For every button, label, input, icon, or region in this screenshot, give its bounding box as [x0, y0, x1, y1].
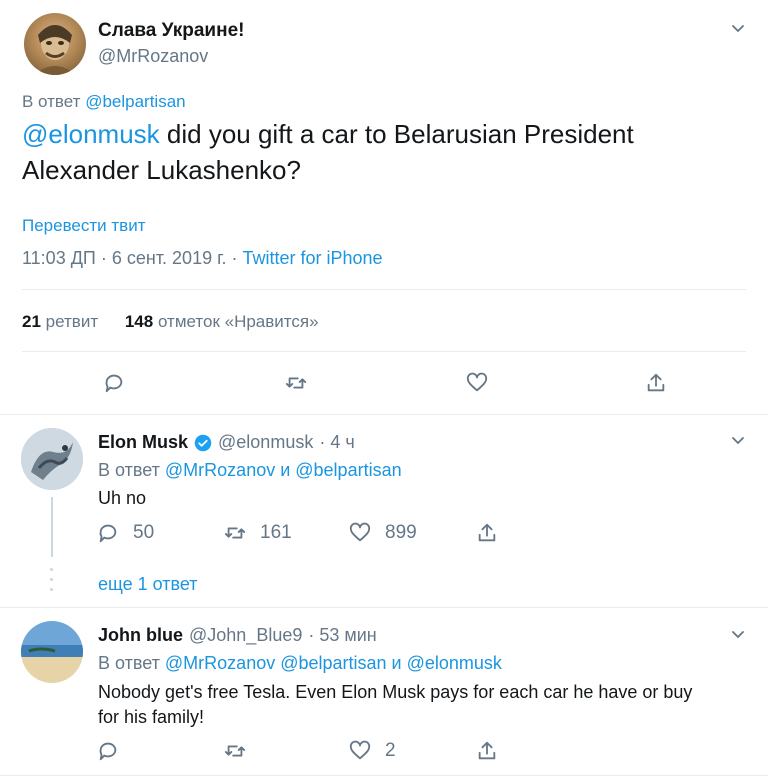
more-replies-link[interactable]: еще 1 ответ	[98, 574, 198, 595]
retweet-icon	[285, 377, 307, 389]
retweet-icon	[224, 527, 246, 539]
like-count: 899	[385, 522, 417, 543]
tweet-stats: 21 ретвит 148 отметок «Нравится»	[22, 312, 319, 332]
avatar[interactable]	[21, 428, 83, 490]
like-icon	[466, 372, 488, 392]
share-icon	[647, 373, 665, 392]
display-name[interactable]: Elon Musk	[98, 432, 188, 453]
reply-time[interactable]: · 4 ч	[319, 432, 354, 453]
share-button[interactable]	[645, 372, 667, 394]
avatar[interactable]	[21, 621, 83, 683]
reply-icon	[99, 742, 117, 761]
share-icon	[478, 741, 496, 760]
tweet-text: @elonmusk did you gift a car to Belarusi…	[22, 116, 752, 188]
reply-prefix: В ответ	[22, 92, 81, 111]
like-button[interactable]: 899	[349, 522, 417, 544]
thread-dot	[50, 578, 53, 581]
tweet-source-link[interactable]: Twitter for iPhone	[242, 248, 382, 268]
reply-header: Elon Musk @elonmusk · 4 ч	[98, 432, 355, 453]
like-stat[interactable]: 148 отметок «Нравится»	[125, 312, 319, 331]
reply-prefix: В ответ	[98, 653, 160, 673]
retweet-stat[interactable]: 21 ретвит	[22, 312, 98, 331]
translate-link[interactable]: Перевести твит	[22, 216, 145, 236]
chevron-down-icon[interactable]	[727, 18, 749, 40]
reply-context: В ответ @belpartisan	[22, 92, 186, 112]
thread-line	[51, 497, 53, 557]
like-icon	[349, 522, 371, 542]
retweet-button[interactable]	[285, 372, 307, 394]
retweet-count: 161	[260, 522, 292, 543]
tweet-text-line2: Alexander Lukashenko?	[22, 155, 301, 185]
reply-button[interactable]	[103, 372, 125, 394]
tweet-timestamp[interactable]: 11:03 ДП · 6 сент. 2019 г. ·	[22, 248, 237, 268]
avatar-beach-icon	[21, 621, 83, 683]
reply-icon	[105, 374, 123, 393]
reply-text: Nobody get's free Tesla. Even Elon Musk …	[98, 680, 758, 730]
chevron-down-icon[interactable]	[727, 624, 749, 646]
display-name[interactable]: John blue	[98, 625, 183, 646]
like-count: 2	[385, 740, 396, 761]
like-icon	[349, 740, 371, 760]
reply-icon	[99, 524, 117, 543]
like-button[interactable]: 2	[349, 740, 396, 762]
reply-text-line1: Nobody get's free Tesla. Even Elon Musk …	[98, 682, 693, 702]
share-button[interactable]	[476, 522, 498, 544]
handle[interactable]: @John_Blue9	[189, 625, 302, 646]
like-button[interactable]	[466, 372, 488, 394]
handle[interactable]: @MrRozanov	[98, 46, 208, 67]
reply-context: В ответ @MrRozanov @belpartisan и @elonm…	[98, 653, 502, 674]
share-button[interactable]	[476, 740, 498, 762]
reply-context: В ответ @MrRozanov и @belpartisan	[98, 460, 402, 481]
divider	[0, 414, 768, 415]
reply-button[interactable]	[97, 740, 119, 762]
retweet-count: 21	[22, 312, 41, 331]
reply-to-link[interactable]: @MrRozanov @belpartisan и @elonmusk	[165, 653, 502, 673]
chevron-down-icon[interactable]	[727, 430, 749, 452]
tweet-meta: 11:03 ДП · 6 сент. 2019 г. · Twitter for…	[22, 248, 383, 269]
avatar-dragon-icon	[21, 428, 83, 490]
divider	[22, 289, 746, 290]
reply-count: 50	[133, 522, 155, 543]
divider	[0, 775, 768, 776]
avatar[interactable]	[24, 13, 86, 75]
reply-to-link[interactable]: @MrRozanov и @belpartisan	[165, 460, 402, 480]
retweet-button[interactable]: 161	[224, 522, 292, 544]
like-label: отметок «Нравится»	[157, 312, 319, 331]
handle[interactable]: @elonmusk	[218, 432, 313, 453]
retweet-button[interactable]	[224, 740, 246, 762]
retweet-label: ретвит	[45, 312, 99, 331]
reply-text-line2: for his family!	[98, 707, 205, 727]
reply-to-link[interactable]: @belpartisan	[85, 92, 185, 111]
mention-link[interactable]: @elonmusk	[22, 119, 160, 149]
reply-text: Uh no	[98, 488, 147, 508]
tweet-text-line1: did you gift a car to Belarusian Preside…	[159, 119, 634, 149]
verified-badge-icon	[194, 434, 212, 451]
retweet-icon	[224, 745, 246, 757]
reply-prefix: В ответ	[98, 460, 160, 480]
share-icon	[478, 523, 496, 542]
divider	[22, 351, 746, 352]
reply-button[interactable]: 50	[97, 522, 154, 544]
like-count: 148	[124, 312, 154, 331]
thread-dot	[50, 568, 53, 571]
thread-dot	[50, 588, 53, 591]
reply-time[interactable]: · 53 мин	[308, 625, 376, 646]
avatar-portrait-icon	[34, 25, 76, 75]
reply-header: John blue @John_Blue9 · 53 мин	[98, 625, 377, 646]
divider	[0, 607, 768, 608]
display-name[interactable]: Слава Украине!	[98, 20, 244, 42]
